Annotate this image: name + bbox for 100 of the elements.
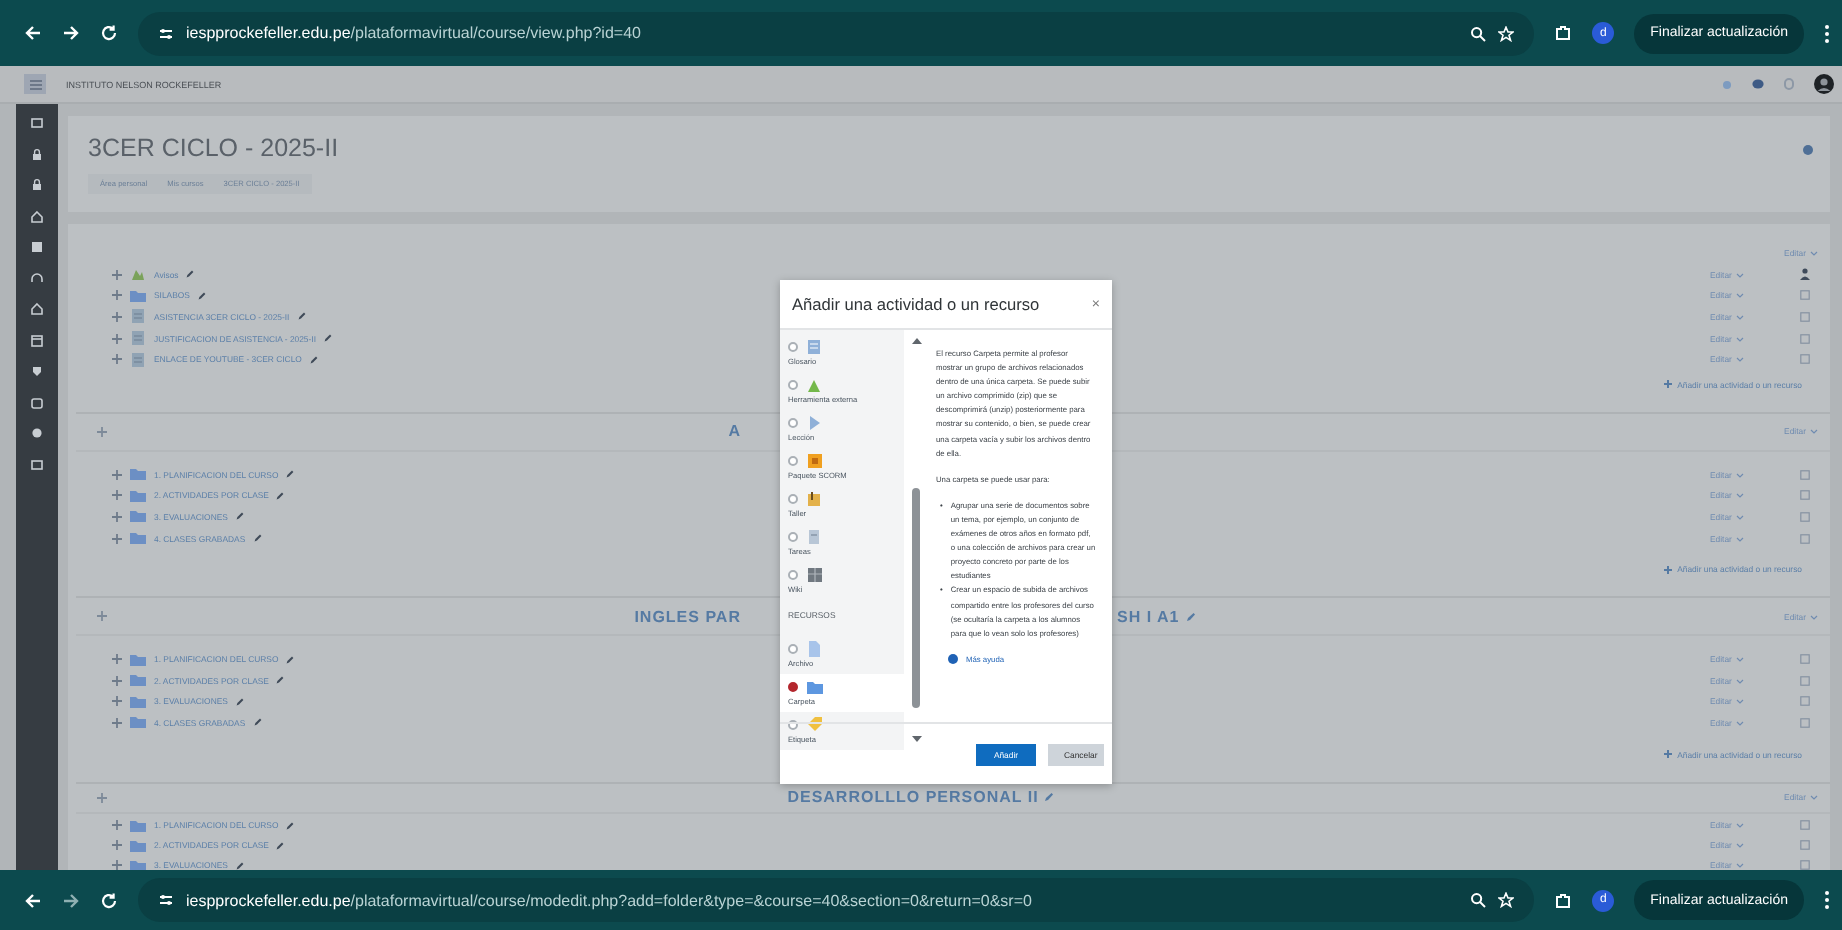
pencil-icon[interactable] — [1185, 611, 1196, 622]
section-title: SH I A1 — [1117, 607, 1180, 626]
menu-button[interactable] — [24, 74, 46, 94]
expand-icon[interactable] — [112, 511, 122, 522]
zoom-icon[interactable] — [1470, 25, 1487, 41]
forum-icon — [130, 266, 146, 283]
zoom-icon[interactable] — [1470, 892, 1487, 908]
checkbox-icon[interactable] — [1799, 533, 1809, 544]
expand-icon[interactable] — [112, 354, 122, 365]
radio-button[interactable] — [788, 644, 798, 654]
address-bar[interactable]: iespprockefeller.edu.pe/plataformavirtual/course/view.php?id=40 — [138, 11, 1535, 55]
radio-button[interactable] — [788, 418, 798, 428]
back-arrow-icon[interactable] — [24, 24, 42, 42]
pencil-icon[interactable] — [297, 312, 306, 321]
person-icon — [1799, 268, 1809, 281]
extensions-icon[interactable] — [1554, 24, 1573, 42]
expand-icon[interactable] — [112, 469, 122, 480]
pencil-icon[interactable] — [286, 655, 295, 664]
radio-button[interactable] — [788, 456, 798, 466]
pencil-icon[interactable] — [253, 534, 262, 543]
expand-icon[interactable] — [112, 675, 122, 686]
user-avatar-icon[interactable] — [1814, 74, 1834, 94]
checkbox-icon[interactable] — [1799, 290, 1809, 301]
expand-icon[interactable] — [112, 840, 122, 851]
checkbox-icon[interactable] — [1799, 490, 1809, 501]
lock-icon[interactable] — [30, 147, 44, 161]
star-icon[interactable] — [1498, 25, 1515, 41]
pencil-icon[interactable] — [253, 718, 262, 727]
home-icon[interactable] — [30, 302, 44, 316]
pencil-icon[interactable] — [276, 841, 285, 850]
pencil-icon[interactable] — [235, 697, 244, 706]
radio-button[interactable] — [788, 494, 798, 504]
checkbox-icon[interactable] — [1799, 675, 1809, 686]
radio-button[interactable] — [788, 532, 798, 542]
expand-icon[interactable] — [112, 490, 122, 501]
pencil-icon[interactable] — [235, 512, 244, 521]
expand-icon[interactable] — [96, 610, 108, 623]
back-arrow-icon[interactable] — [24, 891, 42, 909]
checkbox-icon[interactable] — [1799, 860, 1809, 870]
lock-icon[interactable] — [30, 178, 44, 192]
checkbox-icon[interactable] — [1799, 654, 1809, 665]
expand-icon[interactable] — [112, 290, 122, 301]
calendar-icon[interactable] — [30, 333, 44, 347]
radio-button[interactable] — [788, 380, 798, 390]
star-icon[interactable] — [1498, 892, 1515, 908]
caret-icon — [1735, 862, 1744, 869]
kebab-menu-icon[interactable] — [1824, 23, 1830, 43]
expand-icon[interactable] — [112, 311, 122, 322]
extensions-icon[interactable] — [1554, 891, 1573, 909]
expand-icon[interactable] — [112, 333, 122, 344]
site-settings-icon[interactable] — [158, 892, 174, 908]
expand-icon[interactable] — [112, 717, 122, 728]
reload-icon[interactable] — [100, 24, 118, 42]
pencil-icon[interactable] — [323, 334, 332, 343]
pencil-icon[interactable] — [186, 270, 195, 279]
checkbox-icon[interactable] — [1799, 469, 1809, 480]
checkbox-icon[interactable] — [1799, 333, 1809, 344]
pencil-icon[interactable] — [276, 491, 285, 500]
scrollbar-thumb[interactable] — [912, 488, 920, 708]
monitor-icon[interactable] — [30, 457, 44, 471]
pencil-icon[interactable] — [286, 470, 295, 479]
home-icon[interactable] — [30, 209, 44, 223]
checkbox-icon[interactable] — [1799, 717, 1809, 728]
expand-icon[interactable] — [112, 860, 122, 870]
expand-icon[interactable] — [112, 654, 122, 665]
site-settings-icon[interactable] — [158, 25, 174, 41]
radio-button[interactable] — [788, 570, 798, 580]
expand-icon[interactable] — [96, 791, 108, 804]
expand-icon[interactable] — [112, 696, 122, 707]
pencil-icon[interactable] — [309, 355, 318, 364]
scroll-up-icon[interactable] — [911, 338, 921, 344]
headset-icon[interactable] — [30, 271, 44, 285]
radio-button[interactable] — [788, 342, 798, 352]
checkbox-icon[interactable] — [1799, 354, 1809, 365]
kebab-menu-icon[interactable] — [1824, 890, 1830, 910]
pencil-icon[interactable] — [197, 291, 206, 300]
checkbox-icon[interactable] — [1799, 840, 1809, 851]
expand-icon[interactable] — [112, 533, 122, 544]
checkbox-icon[interactable] — [1799, 820, 1809, 831]
checkbox-icon[interactable] — [1799, 696, 1809, 707]
radio-button[interactable] — [788, 682, 798, 692]
circle-icon[interactable] — [30, 426, 44, 440]
monitor-icon[interactable] — [30, 116, 44, 130]
reload-icon[interactable] — [100, 891, 118, 909]
pencil-icon[interactable] — [276, 676, 285, 685]
expand-icon[interactable] — [112, 269, 122, 280]
expand-icon[interactable] — [112, 820, 122, 831]
forward-arrow-icon[interactable] — [62, 891, 80, 909]
scroll-down-icon[interactable] — [911, 736, 921, 742]
pencil-icon[interactable] — [1044, 792, 1055, 803]
expand-icon[interactable] — [96, 425, 108, 438]
checkbox-icon[interactable] — [1799, 511, 1809, 522]
pencil-icon[interactable] — [286, 821, 295, 830]
shield-icon[interactable] — [30, 364, 44, 378]
address-bar[interactable]: iespprockefeller.edu.pe/plataformavirtual/course/modedit.php?add=folder&type=&course=40&section=0&return=0&sr=0 — [138, 878, 1535, 922]
radio-button[interactable] — [788, 720, 798, 730]
box-icon[interactable] — [30, 395, 44, 409]
caret-icon — [1735, 335, 1744, 342]
checkbox-icon[interactable] — [1799, 311, 1809, 322]
url-text: iespprockefeller.edu.pe/plataformavirtual/course/modedit.php?add=folder&type=&course=40&section=0&return=0&sr=0 — [186, 891, 1032, 909]
